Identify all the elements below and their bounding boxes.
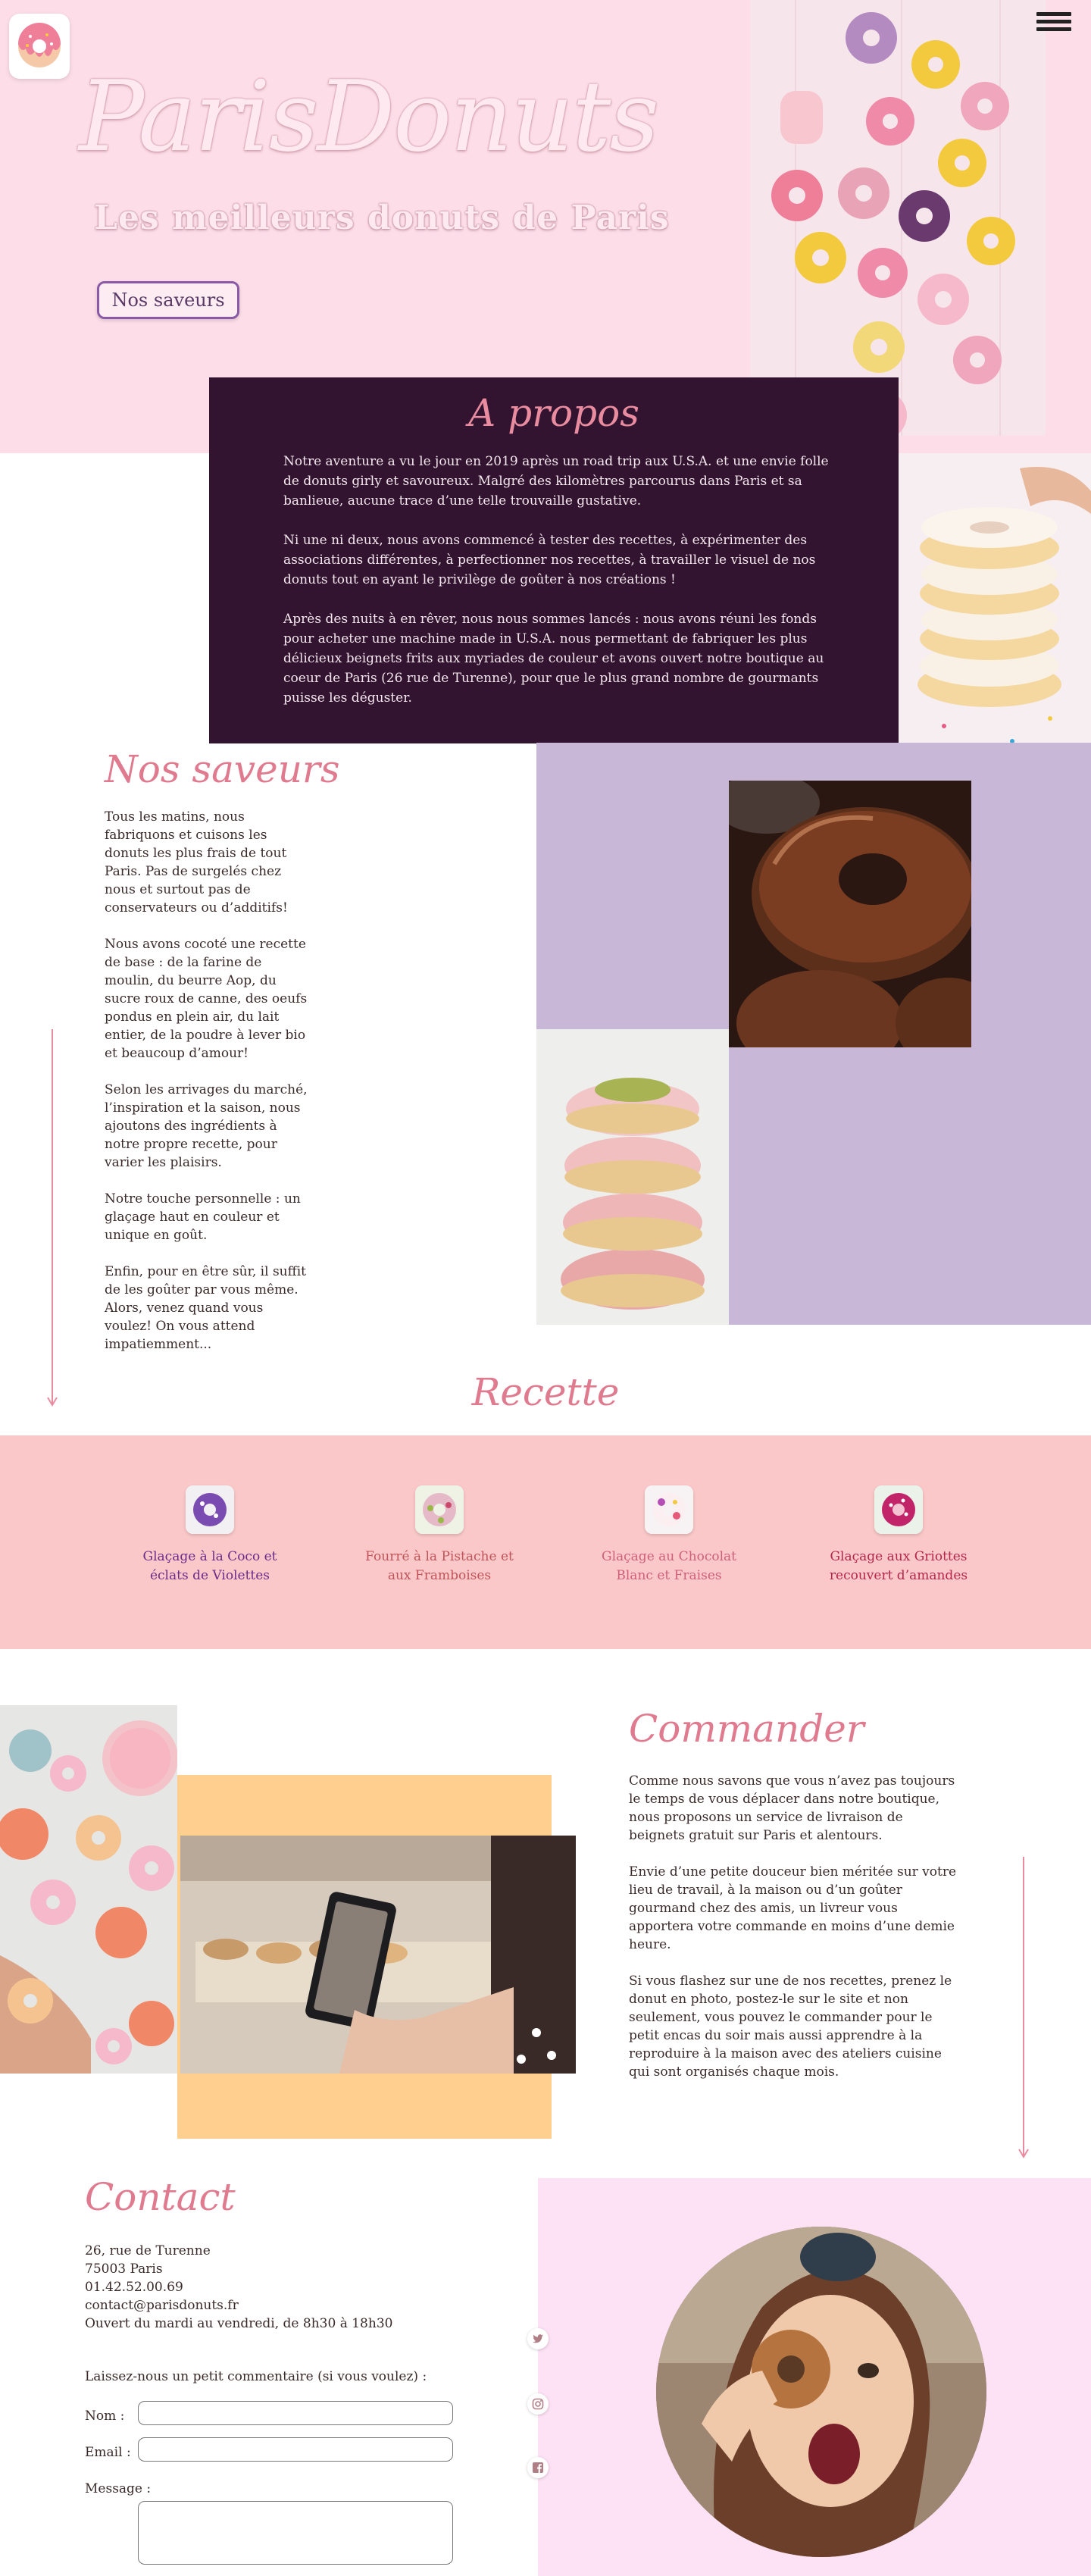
contact-email[interactable]: contact@parisdonuts.fr: [85, 2296, 392, 2315]
violet-donut-icon: [186, 1485, 234, 1534]
recette-title: Recette: [471, 1370, 620, 1414]
brand-tagline: Les meilleurs donuts de Paris: [94, 199, 670, 237]
recipe-item-chocolat-blanc[interactable]: Glaçage au Chocolat Blanc et Fraises: [574, 1485, 764, 1585]
saveurs-text: Tous les matins, nous fabriquons et cuis…: [105, 808, 309, 1372]
facebook-icon: [533, 2462, 543, 2473]
name-input[interactable]: [138, 2401, 453, 2425]
message-label: Message :: [85, 2481, 152, 2496]
about-text: Notre aventure a vu le jour en 2019 aprè…: [283, 452, 829, 728]
recipe-item-griottes[interactable]: Glaçage aux Griottes recouvert d’amandes: [804, 1485, 993, 1585]
saveurs-paragraph: Notre touche personnelle : un glaçage ha…: [105, 1191, 301, 1243]
commander-paragraph: Comme nous savons que vous n’avez pas to…: [629, 1773, 955, 1843]
facebook-link[interactable]: [527, 2457, 549, 2478]
decorative-vertical-line: [1023, 1857, 1024, 2155]
twitter-icon: [533, 2334, 543, 2343]
instagram-link[interactable]: [527, 2393, 549, 2415]
about-panel: A propos Notre aventure a vu le jour en …: [209, 377, 899, 743]
message-textarea[interactable]: [138, 2501, 453, 2565]
chocolate-donut-image: [729, 781, 971, 1047]
about-paragraph: Notre aventure a vu le jour en 2019 aprè…: [283, 454, 829, 509]
nos-saveurs-button[interactable]: Nos saveurs: [97, 281, 239, 319]
recipe-label-line: Glaçage aux Griottes: [830, 1549, 968, 1564]
commander-paragraph: Si vous flashez sur une de nos recettes,…: [629, 1973, 952, 2080]
email-label: Email :: [85, 2445, 131, 2460]
pistachio-donut-stack-image: [536, 1029, 729, 1325]
pistachio-donut-icon: [415, 1485, 464, 1534]
contact-city: 75003 Paris: [85, 2261, 163, 2277]
recipe-label-line: Blanc et Fraises: [616, 1568, 722, 1583]
recipe-label-line: éclats de Violettes: [149, 1568, 270, 1583]
about-paragraph: Après des nuits à en rêver, nous nous so…: [283, 612, 824, 706]
girl-with-donut-portrait: [656, 2227, 986, 2557]
recipe-item-pistache[interactable]: Fourré à la Pistache et aux Framboises: [345, 1485, 534, 1585]
recipe-label-line: recouvert d’amandes: [829, 1568, 968, 1583]
about-title: A propos: [468, 391, 639, 435]
commander-paragraph: Envie d’une petite douceur bien méritée …: [629, 1864, 957, 1952]
recipe-label-line: Glaçage à la Coco et: [142, 1549, 277, 1564]
saveurs-paragraph: Nous avons cocoté une recette de base : …: [105, 937, 308, 1061]
contact-info: 26, rue de Turenne 75003 Paris 01.42.52.…: [85, 2242, 392, 2333]
decorative-vertical-line: [52, 1029, 53, 1404]
commander-title: Commander: [629, 1707, 864, 1751]
twitter-link[interactable]: [527, 2328, 549, 2349]
saveurs-title: Nos saveurs: [105, 747, 340, 791]
brand-title: ParisDonuts: [79, 61, 659, 174]
recipe-item-violettes[interactable]: Glaçage à la Coco et éclats de Violettes: [115, 1485, 305, 1585]
saveurs-paragraph: Tous les matins, nous fabriquons et cuis…: [105, 809, 288, 916]
arrow-down-icon: [1018, 2149, 1029, 2158]
donut-stack-image: [899, 453, 1091, 791]
recipe-label-line: Fourré à la Pistache et: [365, 1549, 514, 1564]
instagram-icon: [532, 2398, 544, 2410]
about-paragraph: Ni une ni deux, nous avons commencé à te…: [283, 533, 816, 587]
name-label: Nom :: [85, 2409, 125, 2424]
contact-address: 26, rue de Turenne: [85, 2243, 211, 2258]
contact-phone[interactable]: 01.42.52.00.69: [85, 2278, 392, 2296]
recipe-label-line: aux Framboises: [387, 1568, 492, 1583]
phone-photo-bakery-image: [180, 1836, 576, 2074]
contact-hours: Ouvert du mardi au vendredi, de 8h30 à 1…: [85, 2316, 393, 2331]
site-logo[interactable]: [9, 14, 70, 79]
donuts-grapefruit-image: [0, 1705, 177, 2074]
saveurs-paragraph: Enfin, pour en être sûr, il suffit de le…: [105, 1264, 306, 1352]
email-input[interactable]: [138, 2437, 453, 2462]
strawberry-donut-icon: [645, 1485, 693, 1534]
saveurs-paragraph: Selon les arrivages du marché, l’inspira…: [105, 1082, 308, 1170]
contact-title: Contact: [85, 2175, 236, 2219]
recette-band: Glaçage à la Coco et éclats de Violettes…: [0, 1435, 1091, 1649]
donut-logo-icon: [18, 23, 61, 67]
cherry-donut-icon: [874, 1485, 923, 1534]
hamburger-menu-icon[interactable]: [1036, 12, 1071, 38]
commander-text: Comme nous savons que vous n’avez pas to…: [629, 1772, 962, 2099]
recipe-label-line: Glaçage au Chocolat: [602, 1549, 736, 1564]
form-prompt: Laissez-nous un petit commentaire (si vo…: [85, 2369, 427, 2384]
hero-donuts-image: [750, 0, 1046, 436]
